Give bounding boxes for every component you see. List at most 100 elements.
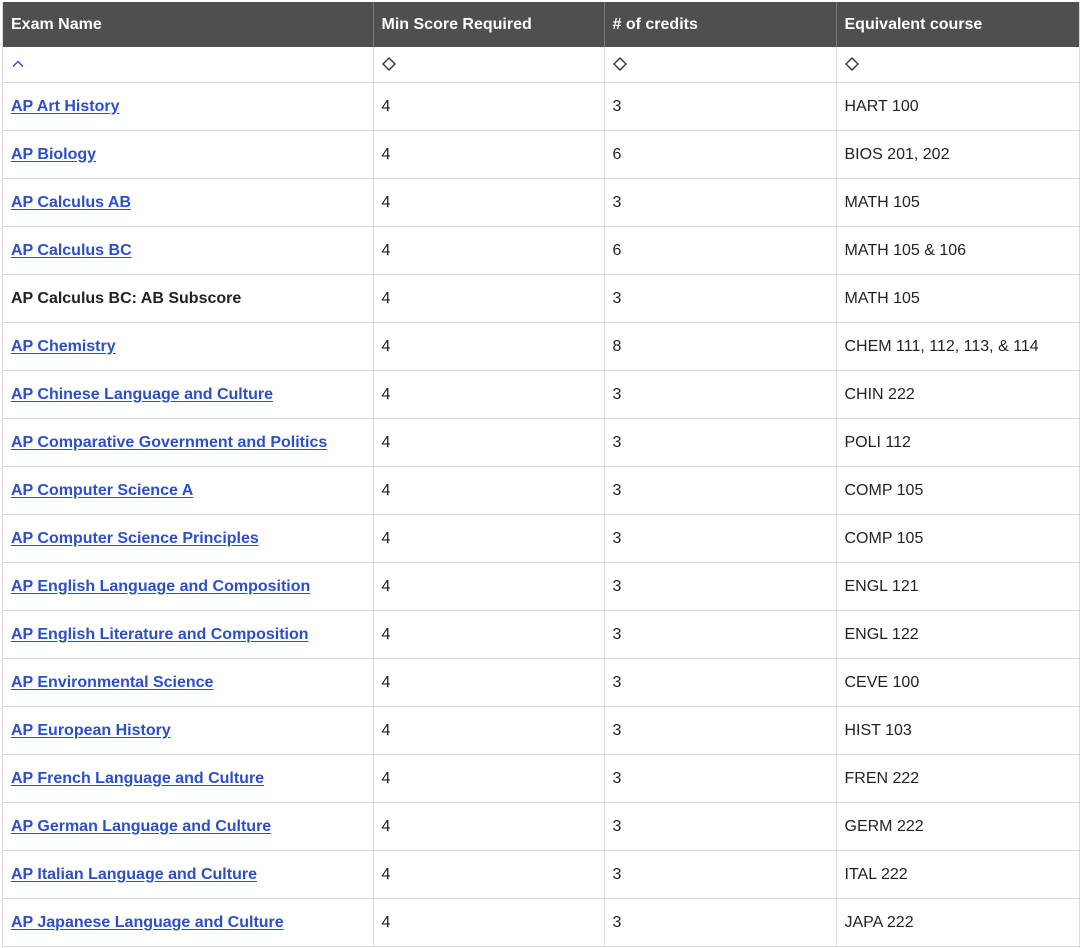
exam-name-cell: AP German Language and Culture (3, 802, 374, 851)
equivalent-course-cell: HIST 103 (836, 706, 1079, 755)
exam-name-link[interactable]: AP English Language and Composition (11, 578, 310, 595)
min-score-cell: 4 (373, 850, 605, 899)
exam-name-link[interactable]: AP French Language and Culture (11, 770, 264, 787)
min-score-cell: 4 (373, 130, 605, 179)
table-row: AP English Literature and Composition 4 3 E… (3, 610, 1079, 659)
min-score-cell: 4 (373, 754, 605, 803)
exam-name-cell: AP European History (3, 706, 374, 755)
min-score-cell: 4 (373, 178, 605, 227)
equivalent-course-cell: CHEM 111, 112, 113, & 114 (836, 322, 1079, 371)
equivalent-course-cell: MATH 105 (836, 274, 1079, 323)
equivalent-course-cell: CEVE 100 (836, 658, 1079, 707)
min-score-cell: 4 (373, 82, 605, 131)
ap-credit-table-container: Exam Name Min Score Required # of credit… (2, 2, 1080, 948)
credits-cell: 3 (604, 610, 837, 659)
exam-name-cell: AP English Literature and Composition (3, 610, 374, 659)
exam-name-cell: AP Computer Science A (3, 466, 374, 515)
exam-name-link[interactable]: AP Environmental Science (11, 674, 213, 691)
table-row: AP Calculus BC 4 6 MATH 105 & 106 (3, 226, 1079, 275)
exam-name-link[interactable]: AP Calculus AB (11, 194, 131, 211)
exam-name-cell: AP Biology (3, 130, 374, 179)
exam-name-cell: AP Chemistry (3, 322, 374, 371)
exam-name-link[interactable]: AP Chemistry (11, 338, 116, 355)
credits-cell: 6 (604, 226, 837, 275)
equivalent-course-cell: ENGL 121 (836, 562, 1079, 611)
credits-cell: 3 (604, 850, 837, 899)
credits-cell: 3 (604, 514, 837, 563)
sort-ascending-icon[interactable] (11, 57, 25, 71)
credits-cell: 3 (604, 562, 837, 611)
exam-name-cell: AP Chinese Language and Culture (3, 370, 374, 419)
credits-cell: 3 (604, 178, 837, 227)
table-row: AP Biology 4 6 BIOS 201, 202 (3, 130, 1079, 179)
credits-cell: 3 (604, 370, 837, 419)
exam-name-cell: AP Computer Science Principles (3, 514, 374, 563)
exam-name-cell: AP French Language and Culture (3, 754, 374, 803)
min-score-cell: 4 (373, 802, 605, 851)
exam-name-link[interactable]: AP Japanese Language and Culture (11, 914, 284, 931)
min-score-cell: 4 (373, 466, 605, 515)
exam-name-link[interactable]: AP Comparative Government and Politics (11, 434, 327, 451)
column-header-credits: # of credits (604, 2, 837, 47)
exam-name-link[interactable]: AP English Literature and Composition (11, 626, 309, 643)
credits-cell: 3 (604, 754, 837, 803)
table-row: AP German Language and Culture 4 3 GERM 222 (3, 802, 1079, 851)
min-score-cell: 4 (373, 562, 605, 611)
table-header-row: Exam Name Min Score Required # of credit… (3, 2, 1079, 47)
exam-name-link[interactable]: AP Art History (11, 98, 119, 115)
table-row: AP Japanese Language and Culture 4 3 JAPA 2… (3, 898, 1079, 947)
equivalent-course-cell: ENGL 122 (836, 610, 1079, 659)
credits-cell: 3 (604, 418, 837, 467)
column-header-exam-name: Exam Name (3, 2, 374, 47)
table-row: AP French Language and Culture 4 3 FREN 222 (3, 754, 1079, 803)
equivalent-course-cell: POLI 112 (836, 418, 1079, 467)
credits-cell: 3 (604, 706, 837, 755)
sort-cell-exam-name (3, 47, 374, 83)
credits-cell: 6 (604, 130, 837, 179)
sort-unsorted-icon[interactable] (844, 57, 859, 72)
exam-name-cell: AP Italian Language and Culture (3, 850, 374, 899)
credits-cell: 3 (604, 802, 837, 851)
exam-name-cell: AP Japanese Language and Culture (3, 898, 374, 947)
exam-name-link[interactable]: AP German Language and Culture (11, 818, 271, 835)
exam-name-link[interactable]: AP Biology (11, 146, 96, 163)
exam-name-cell: AP Comparative Government and Politics (3, 418, 374, 467)
table-row: AP Calculus AB 4 3 MATH 105 (3, 178, 1079, 227)
equivalent-course-cell: FREN 222 (836, 754, 1079, 803)
min-score-cell: 4 (373, 514, 605, 563)
exam-name-link[interactable]: AP Italian Language and Culture (11, 866, 257, 883)
exam-name-cell: AP Art History (3, 82, 374, 131)
exam-name-link[interactable]: AP European History (11, 722, 171, 739)
equivalent-course-cell: GERM 222 (836, 802, 1079, 851)
exam-name-link[interactable]: AP Computer Science Principles (11, 530, 259, 547)
sort-cell-credits (604, 47, 837, 83)
credits-cell: 8 (604, 322, 837, 371)
exam-name-link[interactable]: AP Calculus BC (11, 242, 132, 259)
ap-credit-table: Exam Name Min Score Required # of credit… (3, 2, 1079, 947)
table-row: AP Calculus BC: AB Subscore 4 3 MATH 105 (3, 274, 1079, 323)
credits-cell: 3 (604, 82, 837, 131)
table-row: AP European History 4 3 HIST 103 (3, 706, 1079, 755)
exam-name-link[interactable]: AP Computer Science A (11, 482, 193, 499)
exam-name-text: AP Calculus BC: AB Subscore (11, 289, 242, 307)
equivalent-course-cell: BIOS 201, 202 (836, 130, 1079, 179)
sort-unsorted-icon[interactable] (612, 57, 627, 72)
min-score-cell: 4 (373, 898, 605, 947)
min-score-cell: 4 (373, 418, 605, 467)
exam-name-cell: AP Calculus BC (3, 226, 374, 275)
table-row: AP English Language and Composition 4 3 ENG… (3, 562, 1079, 611)
sort-cell-equivalent-course (836, 47, 1079, 83)
equivalent-course-cell: MATH 105 (836, 178, 1079, 227)
table-body: AP Art History 4 3 HART 100 AP Biology 4 6 BIOS… (3, 82, 1079, 947)
credits-cell: 3 (604, 274, 837, 323)
table-row: AP Chinese Language and Culture 4 3 CHIN 22… (3, 370, 1079, 419)
exam-name-cell: AP Calculus BC: AB Subscore (3, 274, 374, 323)
min-score-cell: 4 (373, 226, 605, 275)
min-score-cell: 4 (373, 370, 605, 419)
table-row: AP Chemistry 4 8 CHEM 111, 112, 113, & 114 (3, 322, 1079, 371)
exam-name-cell: AP Calculus AB (3, 178, 374, 227)
sort-unsorted-icon[interactable] (381, 57, 396, 72)
column-header-equivalent-course: Equivalent course (836, 2, 1079, 47)
exam-name-link[interactable]: AP Chinese Language and Culture (11, 386, 273, 403)
credits-cell: 3 (604, 658, 837, 707)
